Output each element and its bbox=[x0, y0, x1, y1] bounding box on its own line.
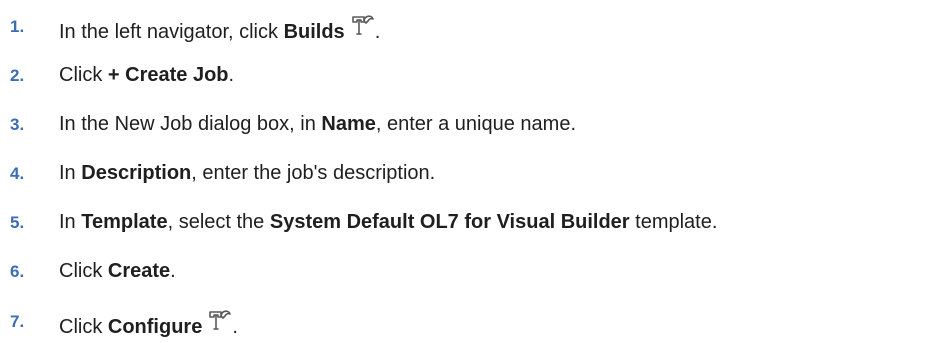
step-text: In the New Job dialog box, in Name, ente… bbox=[59, 113, 577, 135]
step-number: 1. bbox=[10, 17, 25, 36]
ui-term-template-option: System Default OL7 for Visual Builder bbox=[269, 211, 630, 233]
step-text: Click Create. bbox=[59, 260, 176, 282]
ui-term-template: Template bbox=[81, 211, 168, 233]
hammer-icon bbox=[208, 309, 232, 331]
ui-term-name: Name bbox=[321, 113, 376, 135]
step-text: In the left navigator, click Builds. bbox=[59, 14, 380, 44]
ui-term-builds: Builds bbox=[283, 21, 345, 43]
step-number: 7. bbox=[10, 312, 25, 331]
step-number: 3. bbox=[10, 115, 25, 134]
step-number: 4. bbox=[10, 164, 25, 183]
ui-term-description: Description bbox=[81, 162, 192, 184]
ui-term-create-job: + Create Job bbox=[107, 64, 229, 86]
step-text: In Description, enter the job's descript… bbox=[59, 162, 436, 184]
step-text: Click + Create Job. bbox=[59, 64, 235, 86]
step-number: 5. bbox=[10, 213, 25, 232]
ui-term-configure: Configure bbox=[107, 316, 203, 338]
step-text: Click Configure. bbox=[59, 309, 238, 339]
hammer-icon bbox=[351, 14, 375, 36]
ui-term-create: Create bbox=[107, 260, 171, 282]
step-number: 6. bbox=[10, 262, 25, 281]
step-text: In Template, select the System Default O… bbox=[59, 211, 718, 233]
step-number: 2. bbox=[10, 66, 25, 85]
